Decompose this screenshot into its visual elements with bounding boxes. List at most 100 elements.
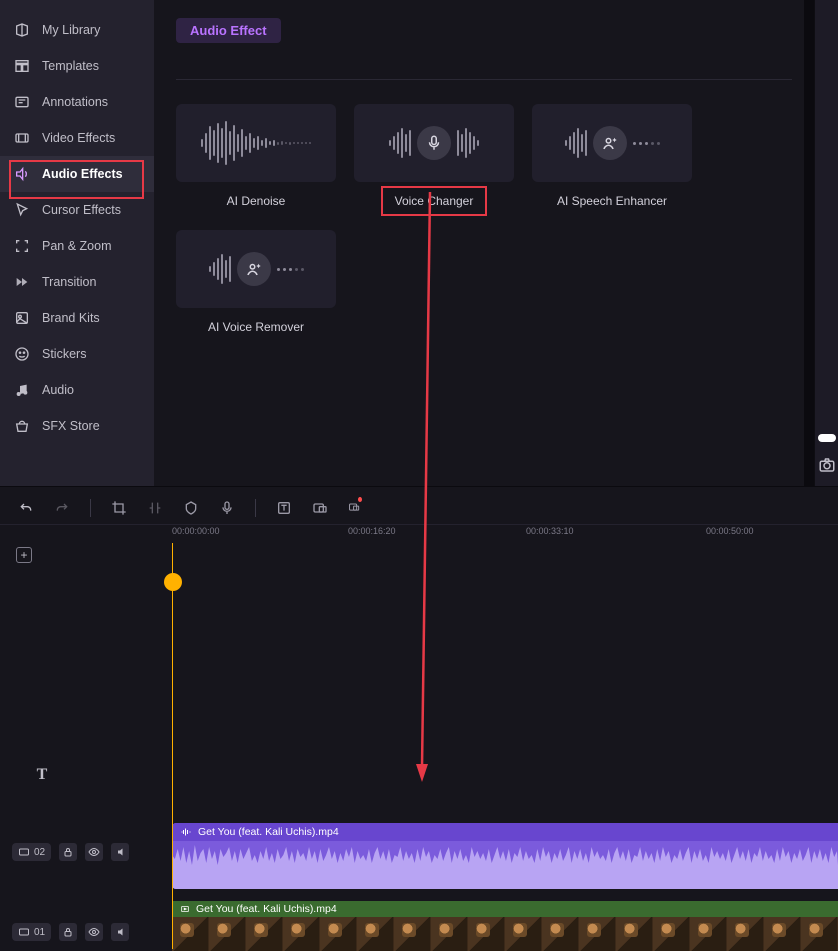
marker-button[interactable]	[183, 500, 199, 516]
sidebar-item-pan-zoom[interactable]: Pan & Zoom	[0, 228, 154, 264]
video-effects-icon	[14, 130, 30, 146]
ruler-tick: 00:00:16:20	[348, 526, 396, 536]
waveform-icon	[457, 128, 479, 158]
camera-icon[interactable]	[818, 456, 836, 474]
sfx-store-icon	[14, 418, 30, 434]
audio-wave-icon	[180, 826, 192, 838]
effects-panel: Audio Effect AI Denoise	[154, 0, 814, 486]
sidebar-item-my-library[interactable]: My Library	[0, 12, 154, 48]
sidebar-item-audio[interactable]: Audio	[0, 372, 154, 408]
dots-icon	[277, 268, 304, 271]
waveform-icon	[565, 128, 587, 158]
sidebar-item-sfx-store[interactable]: SFX Store	[0, 408, 154, 444]
sidebar-item-transition[interactable]: Transition	[0, 264, 154, 300]
playhead[interactable]	[172, 543, 173, 949]
audio-effects-icon	[14, 166, 30, 182]
waveform-icon	[201, 121, 311, 165]
video-clip[interactable]: Get You (feat. Kali Uchis).mp4	[172, 901, 838, 951]
sidebar-item-label: Video Effects	[42, 131, 115, 145]
lock-button[interactable]	[59, 843, 77, 861]
panel-gap	[804, 0, 814, 486]
microphone-icon	[417, 126, 451, 160]
lock-button[interactable]	[59, 923, 77, 941]
split-button[interactable]	[147, 500, 163, 516]
person-sparkle-icon	[237, 252, 271, 286]
effect-thumb	[354, 104, 514, 182]
track-number: 02	[12, 843, 51, 861]
right-panel	[814, 0, 838, 486]
effect-card-ai-speech-enhancer[interactable]: AI Speech Enhancer	[532, 104, 692, 212]
sidebar-item-templates[interactable]: Templates	[0, 48, 154, 84]
text-track-icon[interactable]: T	[30, 763, 54, 787]
pan-zoom-icon	[14, 238, 30, 254]
export-button[interactable]	[348, 500, 364, 516]
audio-waveform	[172, 841, 838, 889]
timeline: 00:00:00:00 00:00:16:20 00:00:33:10 00:0…	[0, 486, 838, 949]
crop-button[interactable]	[111, 500, 127, 516]
effect-card-voice-changer[interactable]: Voice Changer	[354, 104, 514, 212]
track-header-audio: 02	[12, 843, 162, 861]
mute-button[interactable]	[111, 923, 129, 941]
video-thumbnails	[172, 917, 838, 951]
clip-name: Get You (feat. Kali Uchis).mp4	[196, 903, 337, 915]
clip-header: Get You (feat. Kali Uchis).mp4	[172, 901, 838, 917]
sidebar-item-label: Stickers	[42, 347, 86, 361]
sidebar-item-label: Cursor Effects	[42, 203, 121, 217]
sidebar-item-label: Annotations	[42, 95, 108, 109]
sidebar-item-label: My Library	[42, 23, 100, 37]
effect-thumb	[176, 230, 336, 308]
sidebar-item-audio-effects[interactable]: Audio Effects	[0, 156, 154, 192]
effect-label: AI Voice Remover	[208, 316, 304, 338]
timeline-ruler[interactable]: 00:00:00:00 00:00:16:20 00:00:33:10 00:0…	[168, 525, 838, 543]
sidebar-item-label: Pan & Zoom	[42, 239, 111, 253]
track-number: 01	[12, 923, 51, 941]
text-button[interactable]	[276, 500, 292, 516]
visibility-button[interactable]	[85, 923, 103, 941]
voiceover-button[interactable]	[219, 500, 235, 516]
sidebar-item-cursor-effects[interactable]: Cursor Effects	[0, 192, 154, 228]
subtitle-button[interactable]	[312, 500, 328, 516]
audio-clip[interactable]: Get You (feat. Kali Uchis).mp4	[172, 823, 838, 889]
panel-header-chip: Audio Effect	[176, 18, 281, 43]
waveform-icon	[389, 128, 411, 158]
track-header-video: 01	[12, 923, 162, 941]
sidebar-item-brand-kits[interactable]: Brand Kits	[0, 300, 154, 336]
stickers-icon	[14, 346, 30, 362]
clip-header: Get You (feat. Kali Uchis).mp4	[172, 823, 838, 841]
sidebar-item-label: Templates	[42, 59, 99, 73]
audio-icon	[14, 382, 30, 398]
annotations-icon	[14, 94, 30, 110]
waveform-icon	[209, 254, 231, 284]
sidebar: My Library Templates Annotations Video E…	[0, 0, 154, 486]
video-icon	[180, 904, 190, 914]
toolbar-divider	[90, 499, 91, 517]
undo-button[interactable]	[18, 500, 34, 516]
chat-bubble-icon[interactable]	[818, 434, 836, 442]
effect-card-ai-denoise[interactable]: AI Denoise	[176, 104, 336, 212]
person-sparkle-icon	[593, 126, 627, 160]
effect-label: AI Denoise	[227, 190, 286, 212]
sidebar-item-annotations[interactable]: Annotations	[0, 84, 154, 120]
visibility-button[interactable]	[85, 843, 103, 861]
templates-icon	[14, 58, 30, 74]
playhead-handle[interactable]	[164, 573, 182, 591]
sidebar-item-label: Brand Kits	[42, 311, 100, 325]
ruler-tick: 00:00:00:00	[172, 526, 220, 536]
redo-button[interactable]	[54, 500, 70, 516]
library-icon	[14, 22, 30, 38]
sidebar-item-stickers[interactable]: Stickers	[0, 336, 154, 372]
panel-divider	[176, 79, 792, 80]
brand-kits-icon	[14, 310, 30, 326]
ruler-tick: 00:00:50:00	[706, 526, 754, 536]
sidebar-item-video-effects[interactable]: Video Effects	[0, 120, 154, 156]
sidebar-item-label: SFX Store	[42, 419, 100, 433]
effect-card-ai-voice-remover[interactable]: AI Voice Remover	[176, 230, 336, 338]
clip-name: Get You (feat. Kali Uchis).mp4	[198, 826, 339, 838]
effect-thumb	[176, 104, 336, 182]
effect-label: AI Speech Enhancer	[557, 190, 667, 212]
ruler-tick: 00:00:33:10	[526, 526, 574, 536]
mute-button[interactable]	[111, 843, 129, 861]
dots-icon	[633, 142, 660, 145]
effect-label: Voice Changer	[385, 190, 484, 212]
timeline-toolbar	[0, 491, 838, 525]
